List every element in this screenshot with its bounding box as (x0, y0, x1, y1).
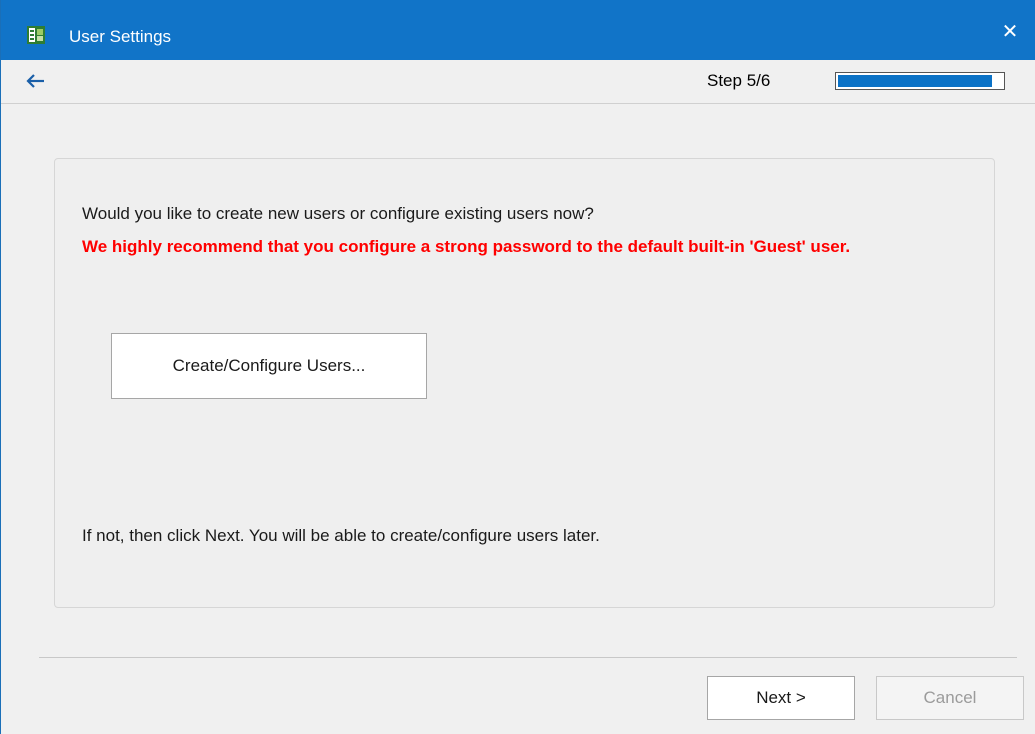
next-button[interactable]: Next > (707, 676, 855, 720)
create-configure-users-button[interactable]: Create/Configure Users... (111, 333, 427, 399)
cancel-button: Cancel (876, 676, 1024, 720)
skip-hint-text: If not, then click Next. You will be abl… (82, 526, 600, 545)
window-title: User Settings (69, 27, 172, 46)
setup-wizard-icon (27, 26, 45, 44)
close-icon[interactable]: ✕ (998, 20, 1022, 44)
question-text: Would you like to create new users or co… (82, 204, 594, 223)
content-panel: Would you like to create new users or co… (54, 158, 995, 608)
user-settings-window: User Settings ✕ Step 5/6 Would you like … (0, 0, 1035, 734)
guest-password-warning: We highly recommend that you configure a… (82, 237, 851, 256)
wizard-progress-fill (838, 75, 992, 87)
step-indicator: Step 5/6 (707, 71, 771, 90)
footer-divider (39, 657, 1017, 658)
title-bar: User Settings ✕ (1, 0, 1035, 60)
back-arrow-icon[interactable] (25, 71, 47, 91)
wizard-nav-bar: Step 5/6 (1, 60, 1035, 104)
wizard-progress-bar (835, 72, 1005, 90)
